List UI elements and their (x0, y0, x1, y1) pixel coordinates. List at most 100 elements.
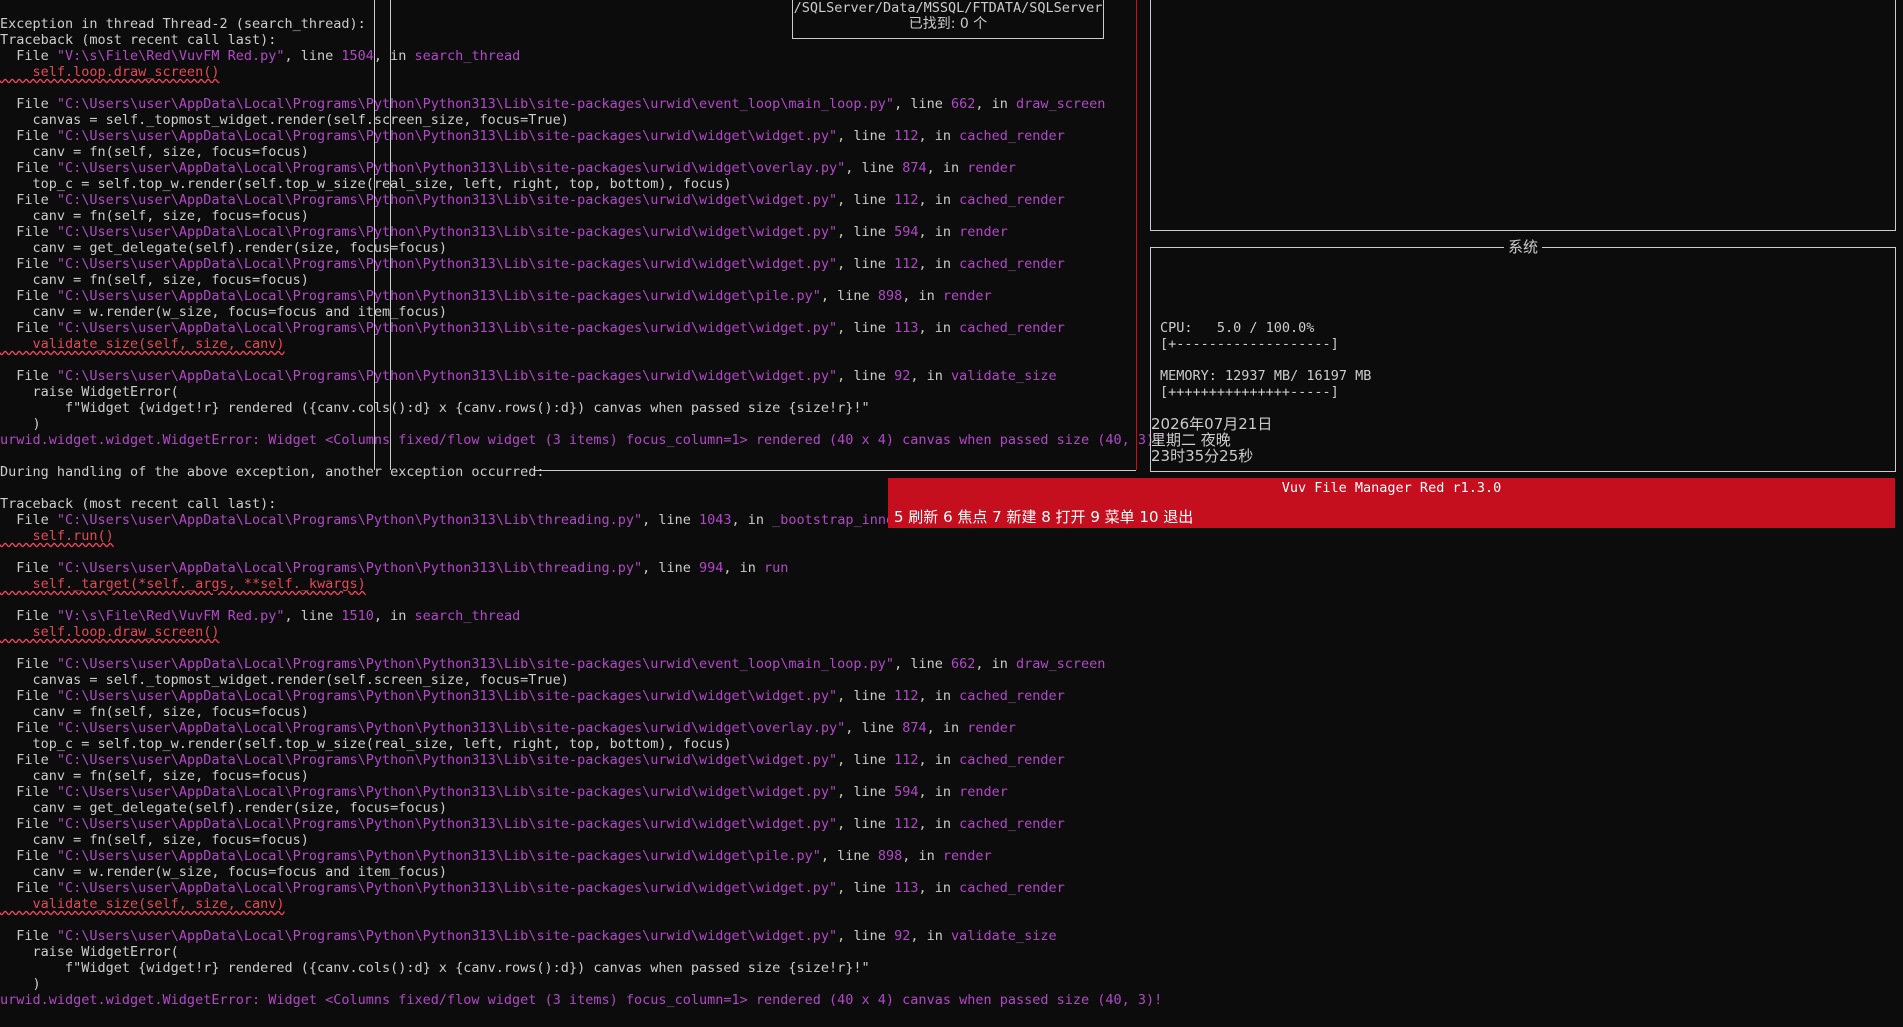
line-keyword: , line (845, 160, 903, 176)
code-line: raise WidgetError( (0, 944, 179, 960)
file-keyword: File (0, 880, 57, 896)
memory-bar: [+++++++++++++++-----] (1160, 384, 1339, 400)
code-line: self.loop.draw_screen() (0, 64, 220, 80)
line-keyword: , line (837, 928, 895, 944)
line-number: 1504 (341, 48, 374, 64)
file-path: "V:\s\File\Red\VuvFM Red.py" (56, 48, 285, 64)
line-keyword: , line (837, 256, 895, 272)
preview-panel (1150, 0, 1896, 231)
file-keyword: File (0, 816, 57, 832)
in-keyword: , in (975, 656, 1016, 672)
traceback-code: canv = fn(self, size, focus=focus) (0, 144, 309, 160)
file-keyword: File (0, 720, 57, 736)
line-keyword: , line (837, 688, 895, 704)
file-keyword: File (0, 656, 57, 672)
time-display: 23时35分25秒 (1151, 447, 1254, 465)
code-line: canvas = self._topmost_widget.render(sel… (0, 672, 569, 688)
line-number: 594 (894, 784, 919, 800)
function-name: cached_render (959, 688, 1065, 704)
in-keyword: , in (926, 720, 968, 736)
line-number: 112 (894, 192, 919, 208)
function-key-bar[interactable]: 5 刷新 6 焦点 7 新建 8 打开 9 菜单 10 退出 (888, 508, 1895, 528)
exception-header-text: Exception in thread Thread-2 (search_thr… (0, 16, 366, 32)
line-number: 112 (894, 816, 919, 832)
function-name: draw_screen (1016, 96, 1106, 112)
line-number: 113 (894, 880, 919, 896)
function-name: cached_render (959, 752, 1065, 768)
cpu-label: CPU: (1160, 320, 1193, 336)
traceback-frame: File "C:\Users\user\AppData\Local\Progra… (0, 560, 788, 576)
traceback-code: self.loop.draw_screen() (0, 64, 220, 80)
error-line: urwid.widget.widget.WidgetError: Widget … (0, 432, 1162, 448)
line-number: 994 (699, 560, 724, 576)
app-title: Vuv File Manager Red r1.3.0 (1281, 480, 1502, 496)
traceback-code: canvas = self._topmost_widget.render(sel… (0, 112, 569, 128)
code-line: canv = fn(self, size, focus=focus) (0, 272, 309, 288)
traceback-code-extra: f"Widget {widget!r} rendered ({canv.cols… (0, 400, 870, 416)
file-keyword: File (0, 224, 57, 240)
line-keyword: , line (894, 96, 951, 112)
in-keyword: , in (918, 784, 960, 800)
code-line: self._target(*self._args, **self._kwargs… (0, 576, 366, 592)
date-display: 2026年07月21日 (1151, 415, 1273, 433)
in-keyword: , in (910, 928, 951, 944)
overlay-right-border (1136, 0, 1137, 470)
file-keyword: File (0, 928, 57, 944)
line-keyword: , line (284, 608, 342, 624)
function-name: render (959, 784, 1008, 800)
function-name: validate_size (950, 928, 1057, 944)
cpu-bar: [+-------------------] (1160, 336, 1339, 352)
traceback-frame: File "V:\s\File\Red\VuvFM Red.py", line … (0, 48, 520, 64)
file-keyword: File (0, 752, 57, 768)
file-path: "C:\Users\user\AppData\Local\Programs\Py… (56, 512, 643, 528)
file-path: "C:\Users\user\AppData\Local\Programs\Py… (56, 128, 838, 144)
traceback-code: self._target(*self._args, **self._kwargs… (0, 576, 366, 592)
function-name: search_thread (414, 48, 521, 64)
function-name: run (764, 560, 789, 576)
line-number: 113 (894, 320, 919, 336)
line-keyword: , line (284, 48, 342, 64)
file-path: "C:\Users\user\AppData\Local\Programs\Py… (56, 928, 838, 944)
search-result-box: /SQLServer/Data/MSSQL/FTDATA/SQLServer 已… (792, 0, 1104, 39)
function-name: cached_render (959, 128, 1065, 144)
file-keyword: File (0, 368, 57, 384)
file-path: "C:\Users\user\AppData\Local\Programs\Py… (56, 880, 838, 896)
code-line: ) (0, 976, 41, 992)
file-path: "C:\Users\user\AppData\Local\Programs\Py… (56, 848, 821, 864)
traceback-code: validate_size(self, size, canv) (0, 896, 285, 912)
traceback-frame: File "C:\Users\user\AppData\Local\Progra… (0, 288, 991, 304)
function-name: cached_render (959, 320, 1065, 336)
traceback-frame: File "C:\Users\user\AppData\Local\Progra… (0, 96, 1105, 112)
in-keyword: , in (918, 128, 960, 144)
traceback-code: canv = w.render(w_size, focus=focus and … (0, 304, 448, 320)
line-number: 112 (894, 256, 919, 272)
line-number: 112 (894, 688, 919, 704)
code-line: self.loop.draw_screen() (0, 624, 220, 640)
error-message: Widget <Columns fixed/flow widget (3 ite… (260, 432, 1163, 448)
file-keyword: File (0, 192, 57, 208)
traceback-frame: File "C:\Users\user\AppData\Local\Progra… (0, 816, 1065, 832)
function-name: validate_size (950, 368, 1057, 384)
file-path: "C:\Users\user\AppData\Local\Programs\Py… (56, 256, 838, 272)
line-number: 874 (902, 160, 927, 176)
line-keyword: , line (837, 784, 895, 800)
in-keyword: , in (926, 160, 968, 176)
traceback-frame: File "C:\Users\user\AppData\Local\Progra… (0, 320, 1065, 336)
file-path: "C:\Users\user\AppData\Local\Programs\Py… (56, 224, 838, 240)
in-keyword: , in (723, 560, 765, 576)
file-path: "C:\Users\user\AppData\Local\Programs\Py… (56, 688, 838, 704)
function-name: cached_render (959, 256, 1065, 272)
code-line: canv = get_delegate(self).render(size, f… (0, 240, 448, 256)
traceback-code: canv = fn(self, size, focus=focus) (0, 768, 309, 784)
file-keyword: File (0, 688, 57, 704)
traceback-frame: File "C:\Users\user\AppData\Local\Progra… (0, 688, 1065, 704)
traceback-frame: File "C:\Users\user\AppData\Local\Progra… (0, 656, 1105, 672)
file-path: "C:\Users\user\AppData\Local\Programs\Py… (56, 784, 838, 800)
file-keyword: File (0, 288, 57, 304)
code-line: validate_size(self, size, canv) (0, 896, 285, 912)
file-keyword: File (0, 160, 57, 176)
line-keyword: , line (837, 320, 895, 336)
file-keyword: File (0, 848, 57, 864)
in-keyword: , in (910, 368, 951, 384)
function-name: draw_screen (1016, 656, 1106, 672)
